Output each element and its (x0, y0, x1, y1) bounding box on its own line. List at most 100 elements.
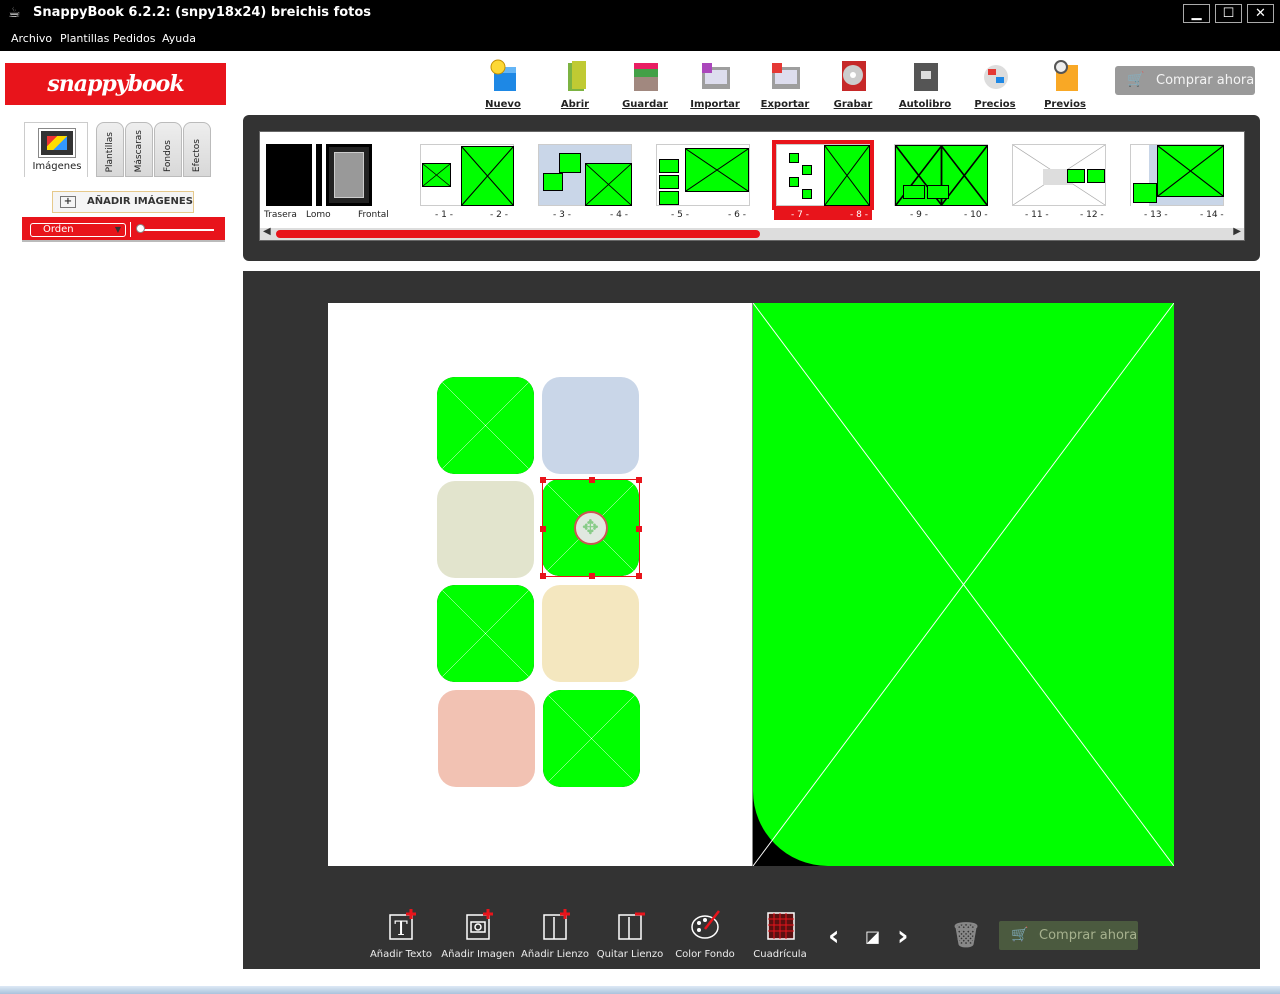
menu-plantillas[interactable]: Plantillas (60, 32, 109, 45)
grid-button[interactable]: Cuadrícula (742, 909, 818, 965)
maximize-button[interactable]: ☐ (1215, 4, 1242, 23)
background-color-icon (691, 910, 720, 939)
toolbar-import[interactable]: Importar (680, 57, 750, 115)
photo-slot[interactable] (437, 585, 534, 682)
resize-handle[interactable] (589, 477, 595, 483)
right-page[interactable] (752, 303, 1174, 866)
minimize-button[interactable]: ▁ (1183, 4, 1210, 23)
toolbar-export[interactable]: Exportar (750, 57, 820, 115)
close-button[interactable]: ✕ (1247, 4, 1274, 23)
tab-backgrounds-label: Fondos (163, 140, 173, 172)
thumb-photo-slot (802, 189, 812, 199)
page-pair-11-12[interactable] (1012, 144, 1106, 206)
trash-icon[interactable]: 🗑 (951, 921, 981, 949)
thumb-photo-slot (802, 165, 812, 175)
page-label-6: - 6 - (728, 210, 746, 220)
tab-images-label: Imágenes (32, 161, 82, 172)
thumb-photo-slot (824, 145, 870, 206)
tab-effects[interactable]: Efectos (183, 122, 211, 177)
resize-handle[interactable] (540, 477, 546, 483)
swap-pages-icon[interactable]: ◪ (865, 927, 880, 946)
thumb-photo-slot (422, 163, 451, 187)
page-pair-13-14[interactable] (1130, 144, 1224, 206)
photo-slot[interactable] (543, 690, 640, 787)
toolbar-save[interactable]: Guardar (610, 57, 680, 115)
window-title: SnappyBook 6.2.2: (snpy18x24) breichis f… (33, 5, 372, 20)
toolbar-open[interactable]: Abrir (540, 57, 610, 115)
tab-masks-label: Máscaras (134, 129, 144, 172)
color-block[interactable] (437, 481, 534, 578)
page-pair-9-10[interactable] (894, 144, 988, 206)
add-image-button[interactable]: Añadir Imagen (440, 909, 516, 965)
resize-handle[interactable] (540, 526, 546, 532)
thumb-photo-slot (659, 159, 679, 173)
tab-templates[interactable]: Plantillas (96, 122, 124, 177)
tab-images[interactable]: Imágenes (24, 122, 88, 177)
page-pair-7-8[interactable] (772, 140, 874, 210)
cart-icon: 🛒 (1127, 72, 1145, 88)
sort-select[interactable]: Orden (30, 223, 126, 237)
page-thumbnails: Trasera Lomo Frontal - 1 - - 2 - - 3 - -… (259, 131, 1245, 241)
resize-handle[interactable] (636, 477, 642, 483)
toolbar-autobook[interactable]: Autolibro (890, 57, 960, 115)
color-block[interactable] (542, 377, 639, 474)
page-pair-1-2[interactable] (420, 144, 514, 206)
cover-back-thumb[interactable] (266, 144, 312, 206)
tab-masks[interactable]: Máscaras (125, 122, 153, 177)
menu-bar: Archivo Plantillas Pedidos Ayuda (0, 27, 1280, 51)
buy-now-button-bottom[interactable]: 🛒 Comprar ahora (999, 921, 1138, 950)
color-block[interactable] (438, 690, 535, 787)
toolbar-burn-label: Grabar (833, 99, 873, 110)
zoom-slider-handle[interactable] (136, 224, 145, 233)
toolbar-new[interactable]: Nuevo (468, 57, 538, 115)
thumb-photo-slot (585, 163, 632, 206)
toolbar-preview[interactable]: Previos (1030, 57, 1100, 115)
editing-canvas (243, 271, 1260, 969)
zoom-slider-track[interactable] (138, 229, 214, 231)
previous-page-icon[interactable]: ‹ (828, 919, 840, 952)
toolbar-prices[interactable]: Precios (960, 57, 1030, 115)
add-text-button[interactable]: T Añadir Texto (363, 909, 439, 965)
burn-icon (842, 61, 866, 91)
resize-handle[interactable] (636, 573, 642, 579)
menu-ayuda[interactable]: Ayuda (162, 32, 196, 45)
toolbar-burn[interactable]: Grabar (818, 57, 888, 115)
bottom-toolbar: T Añadir Texto Añadir Imagen Añadir Lien… (243, 901, 1260, 969)
thumb-photo-slot (1087, 169, 1105, 183)
app-icon: ☕ (8, 5, 21, 21)
sort-divider (130, 222, 131, 237)
menu-archivo[interactable]: Archivo (11, 32, 52, 45)
tab-backgrounds[interactable]: Fondos (154, 122, 182, 177)
page-label-1: - 1 - (435, 210, 453, 220)
cover-spine-thumb[interactable] (316, 144, 322, 206)
menu-pedidos[interactable]: Pedidos (113, 32, 156, 45)
background-color-button[interactable]: Color Fondo (667, 909, 743, 965)
buy-now-button-top[interactable]: 🛒 Comprar ahora (1115, 66, 1255, 95)
thumb-photo-slot (559, 153, 581, 173)
page-pair-5-6[interactable] (656, 144, 750, 206)
cover-front-thumb[interactable] (326, 144, 372, 206)
page-pair-3-4[interactable] (538, 144, 632, 206)
add-text-icon: T (389, 909, 416, 940)
grid-label: Cuadrícula (753, 949, 807, 960)
scroll-right-icon[interactable]: ▶ (1233, 226, 1241, 237)
resize-handle[interactable] (540, 573, 546, 579)
main-area: snappybook Imágenes Plantillas Máscaras … (0, 51, 1280, 994)
next-page-icon[interactable]: › (897, 919, 909, 952)
photo-slot[interactable] (437, 377, 534, 474)
title-bar: ☕ SnappyBook 6.2.2: (snpy18x24) breichis… (0, 0, 1280, 27)
left-page[interactable] (328, 303, 752, 866)
thumb-photo-slot (1133, 183, 1157, 203)
strip-scroll-thumb[interactable] (276, 230, 760, 238)
strip-scrollbar[interactable]: ◀ ▶ (260, 226, 1244, 240)
remove-canvas-button[interactable]: Quitar Lienzo (592, 909, 668, 965)
color-block[interactable] (542, 585, 639, 682)
scroll-left-icon[interactable]: ◀ (263, 226, 271, 237)
resize-handle[interactable] (636, 526, 642, 532)
add-canvas-button[interactable]: Añadir Lienzo (517, 909, 593, 965)
page-label-11: - 11 - (1025, 210, 1049, 220)
thumb-photo-slot (659, 175, 679, 189)
add-images-button[interactable]: + AÑADIR IMÁGENES (52, 191, 194, 213)
thumb-photo-slot (685, 148, 749, 192)
resize-handle[interactable] (589, 573, 595, 579)
